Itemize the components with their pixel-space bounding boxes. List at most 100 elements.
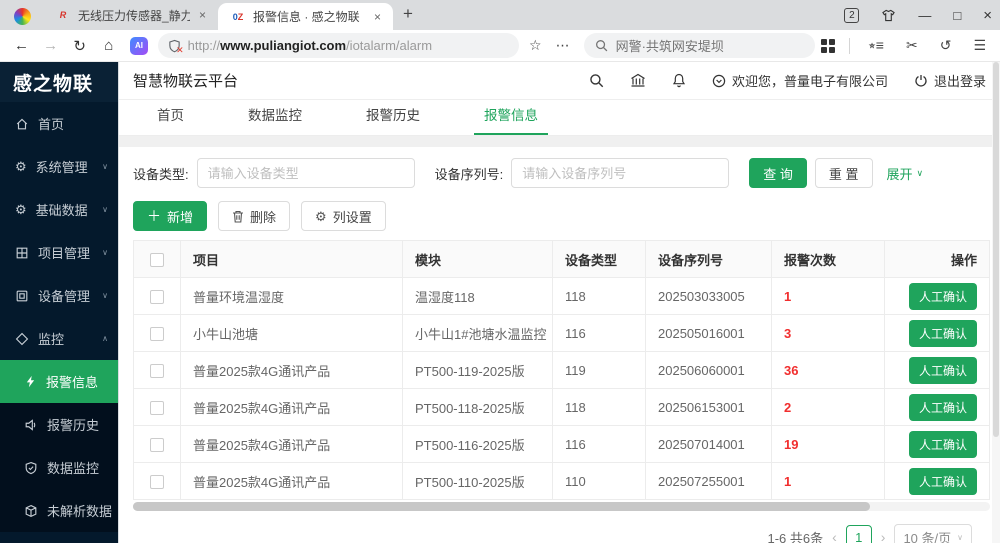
- alarm-table: 项目模块设备类型设备序列号报警次数操作 普量环境温湿度 温湿度118 118 2…: [133, 240, 990, 500]
- row-checkbox[interactable]: [150, 401, 164, 415]
- toolbar-right-icons: ⭒≡ ✂ ↺ ☰: [821, 37, 990, 54]
- sidebar-subitem[interactable]: 未解析数据: [0, 489, 118, 532]
- more-options-icon[interactable]: ⋯: [552, 37, 574, 54]
- sidebar-item[interactable]: 监控 ∧: [0, 317, 118, 360]
- url-text: http://www.puliangiot.com/iotalarm/alarm: [188, 38, 432, 53]
- cell-module: 温湿度118: [403, 278, 553, 315]
- manual-confirm-button[interactable]: 人工确认: [909, 394, 977, 421]
- cell-module: 小牛山1#池塘水温监控: [403, 315, 553, 352]
- add-button[interactable]: ＋新增: [133, 201, 207, 231]
- address-bar[interactable]: ✕ http://www.puliangiot.com/iotalarm/ala…: [158, 33, 519, 58]
- sidebar-subitem[interactable]: 数据监控: [0, 446, 118, 489]
- tab-strip: R 无线压力传感器_静力水准仪_ × 0Z 报警信息 · 感之物联 × + 2 …: [0, 0, 1000, 30]
- maximize-button[interactable]: □: [953, 8, 961, 23]
- blocked-x-icon: ✕: [176, 46, 184, 55]
- close-tab-icon[interactable]: ×: [372, 10, 383, 24]
- prev-page-icon[interactable]: ‹: [832, 529, 837, 543]
- cell-module: PT500-110-2025版: [403, 463, 553, 500]
- expand-link[interactable]: 展开∨: [887, 164, 924, 183]
- browser-tab[interactable]: 0Z 报警信息 · 感之物联 ×: [218, 3, 393, 30]
- reload-button[interactable]: ↻: [68, 34, 91, 58]
- minimize-button[interactable]: —: [918, 8, 931, 23]
- sidebar-subitem[interactable]: 报警历史: [0, 403, 118, 446]
- search-icon[interactable]: [589, 73, 604, 88]
- row-checkbox[interactable]: [150, 475, 164, 489]
- next-page-icon[interactable]: ›: [881, 529, 886, 543]
- cell-alarm-count: 1: [772, 278, 885, 315]
- user-welcome[interactable]: 欢迎您，普量电子有限公司: [712, 71, 888, 90]
- sidebar-subitem[interactable]: 报警信息: [0, 360, 118, 403]
- reset-button[interactable]: 重 置: [815, 158, 873, 188]
- sidebar-item[interactable]: ⚙基础数据 ∨: [0, 188, 118, 231]
- horizontal-scrollbar[interactable]: [133, 502, 990, 511]
- favorites-list-icon[interactable]: ⭒≡: [864, 37, 888, 54]
- gear-icon: ⚙: [15, 203, 27, 216]
- tab-count-badge[interactable]: 2: [844, 8, 859, 23]
- bookmark-star-icon[interactable]: ☆: [525, 37, 546, 54]
- current-page-button[interactable]: 1: [846, 525, 872, 543]
- header-right: 欢迎您，普量电子有限公司 退出登录: [589, 71, 986, 90]
- sidebar-item[interactable]: 项目管理 ∨: [0, 231, 118, 274]
- manual-confirm-button[interactable]: 人工确认: [909, 431, 977, 458]
- manual-confirm-button[interactable]: 人工确认: [909, 283, 977, 310]
- vscroll-thumb[interactable]: [993, 62, 999, 437]
- home-button[interactable]: ⌂: [97, 34, 120, 58]
- delete-button[interactable]: 删除: [218, 201, 290, 231]
- chevron-down-icon: ∨: [102, 205, 108, 214]
- menu-hamburger-icon[interactable]: ☰: [969, 37, 990, 54]
- sidebar-item[interactable]: 首页: [0, 102, 118, 145]
- row-checkbox[interactable]: [150, 290, 164, 304]
- sidebar-item[interactable]: 设备管理 ∨: [0, 274, 118, 317]
- row-checkbox[interactable]: [150, 364, 164, 378]
- cell-device-type: 118: [553, 389, 646, 426]
- cell-alarm-count: 2: [772, 389, 885, 426]
- close-tab-icon[interactable]: ×: [197, 8, 208, 22]
- row-checkbox[interactable]: [150, 327, 164, 341]
- new-tab-button[interactable]: +: [403, 4, 413, 24]
- chevron-down-icon: ∨: [957, 533, 963, 542]
- home-building-icon[interactable]: [630, 73, 646, 88]
- sidebar-item-label: 系统管理: [36, 157, 93, 176]
- trash-icon: [232, 210, 244, 223]
- cell-project: 普量2025款4G通讯产品: [181, 389, 403, 426]
- history-undo-icon[interactable]: ↺: [936, 37, 956, 54]
- cell-operation: 人工确认: [885, 352, 990, 389]
- table-row: 小牛山池塘 小牛山1#池塘水温监控 116 202505016001 3 人工确…: [134, 315, 990, 352]
- nav-tab[interactable]: 报警信息: [478, 104, 544, 135]
- forward-button[interactable]: →: [39, 34, 62, 58]
- back-button[interactable]: ←: [10, 34, 33, 58]
- nav-tab[interactable]: 报警历史: [360, 104, 426, 135]
- vertical-scrollbar[interactable]: [992, 62, 1000, 543]
- site-security-shield-icon[interactable]: ✕: [168, 39, 181, 53]
- manual-confirm-button[interactable]: 人工确认: [909, 320, 977, 347]
- theme-shirt-icon[interactable]: [881, 9, 896, 22]
- nav-tab[interactable]: 数据监控: [242, 104, 308, 135]
- filter-bar: 设备类型: 设备序列号: 查 询 重 置 展开∨: [133, 158, 990, 188]
- notification-bell-icon[interactable]: [672, 73, 686, 88]
- hscroll-thumb[interactable]: [133, 502, 870, 511]
- screenshot-scissors-icon[interactable]: ✂: [902, 37, 922, 54]
- sidebar-item-label: 首页: [38, 114, 108, 133]
- browser-search-box[interactable]: 网警·共筑网安堤坝: [584, 33, 816, 58]
- ai-assistant-icon[interactable]: AI: [130, 37, 147, 55]
- sidebar-item[interactable]: ⚙系统管理 ∨: [0, 145, 118, 188]
- logout-button[interactable]: 退出登录: [914, 71, 986, 90]
- serial-input[interactable]: [511, 158, 729, 188]
- browser-tab[interactable]: R 无线压力传感器_静力水准仪_ ×: [43, 0, 218, 30]
- manual-confirm-button[interactable]: 人工确认: [909, 357, 977, 384]
- page-size-select[interactable]: 10 条/页∨: [894, 524, 972, 543]
- nav-tab[interactable]: 首页: [151, 104, 190, 135]
- select-all-checkbox[interactable]: [150, 253, 164, 267]
- browser-logo-icon[interactable]: [14, 8, 31, 25]
- cell-device-type: 119: [553, 352, 646, 389]
- apps-grid-icon[interactable]: [821, 39, 835, 53]
- row-checkbox-cell: [134, 463, 181, 500]
- manual-confirm-button[interactable]: 人工确认: [909, 468, 977, 495]
- close-window-button[interactable]: ×: [983, 7, 992, 24]
- cell-serial: 202506060001: [646, 352, 772, 389]
- column-settings-button[interactable]: ⚙ 列设置: [301, 201, 386, 231]
- window-controls: 2 — □ ×: [844, 0, 992, 30]
- device-type-input[interactable]: [197, 158, 415, 188]
- row-checkbox[interactable]: [150, 438, 164, 452]
- query-button[interactable]: 查 询: [749, 158, 807, 188]
